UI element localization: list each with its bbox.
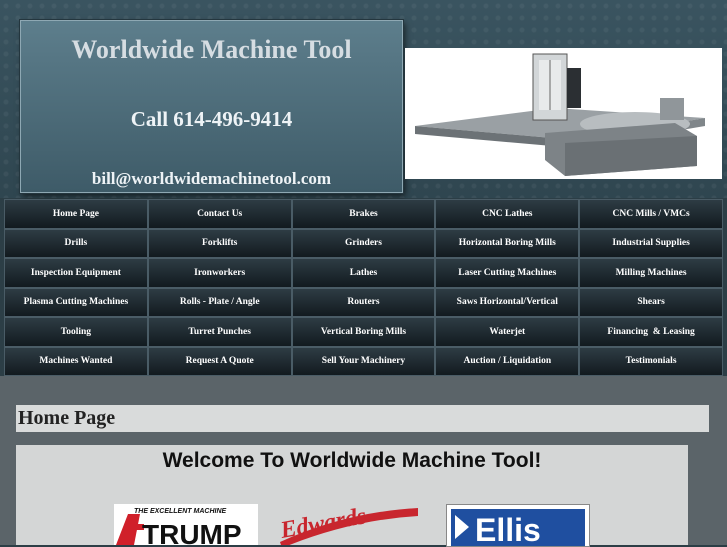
nav-item-industrial-supplies[interactable]: Industrial Supplies [579,228,723,258]
nav-item-forklifts[interactable]: Forklifts [147,228,292,258]
nav-item-auction-liquidation[interactable]: Auction / Liquidation [435,346,580,376]
nav-item-brakes[interactable]: Brakes [291,199,436,229]
nav-item-request-a-quote[interactable]: Request A Quote [147,346,292,376]
page-title: Home Page [16,405,709,432]
nav-item-plasma-cutting-machines[interactable]: Plasma Cutting Machines [4,287,148,317]
nav-item-laser-cutting-machines[interactable]: Laser Cutting Machines [435,258,580,288]
nav-item-sell-your-machinery[interactable]: Sell Your Machinery [291,346,436,376]
nav-item-testimonials[interactable]: Testimonials [579,346,723,376]
company-name: Worldwide Machine Tool [71,35,352,64]
main-nav: Home Page Contact Us Brakes CNC Lathes C… [4,199,723,376]
edwards-logo[interactable]: Edwards [276,502,422,545]
svg-text:Ellis: Ellis [475,512,541,546]
nav-item-financing-leasing[interactable]: Financing & Leasing [579,317,723,347]
nav-item-inspection-equipment[interactable]: Inspection Equipment [4,258,148,288]
nav-item-drills[interactable]: Drills [4,228,148,258]
svg-text:TRUMP: TRUMP [142,519,242,545]
nav-item-turret-punches[interactable]: Turret Punches [147,317,292,347]
svg-text:Edwards: Edwards [278,503,369,544]
nav-item-home-page[interactable]: Home Page [4,199,148,229]
title-box: Worldwide Machine Tool Call 614-496-9414… [20,20,403,193]
trump-logo[interactable]: THE EXCELLENT MACHINE TRUMP [114,504,258,545]
nav-item-grinders[interactable]: Grinders [291,228,436,258]
nav-item-lathes[interactable]: Lathes [291,258,436,288]
email-address[interactable]: bill@worldwidemachinetool.com [21,169,402,189]
nav-item-routers[interactable]: Routers [291,287,436,317]
nav-item-contact-us[interactable]: Contact Us [147,199,292,229]
machine-photo [405,48,722,179]
phone-number: Call 614-496-9414 [130,107,293,131]
nav-item-waterjet[interactable]: Waterjet [435,317,580,347]
nav-item-saws[interactable]: Saws Horizontal/Vertical [435,287,580,317]
nav-item-ironworkers[interactable]: Ironworkers [147,258,292,288]
welcome-heading: Welcome To Worldwide Machine Tool! [162,449,542,472]
nav-item-cnc-mills-vmcs[interactable]: CNC Mills / VMCs [579,199,723,229]
nav-item-shears[interactable]: Shears [579,287,723,317]
svg-text:THE EXCELLENT MACHINE: THE EXCELLENT MACHINE [134,508,227,515]
nav-item-milling-machines[interactable]: Milling Machines [579,258,723,288]
nav-item-rolls-plate-angle[interactable]: Rolls - Plate / Angle [147,287,292,317]
nav-item-tooling[interactable]: Tooling [4,317,148,347]
nav-item-vertical-boring-mills[interactable]: Vertical Boring Mills [291,317,436,347]
nav-item-horizontal-boring-mills[interactable]: Horizontal Boring Mills [435,228,580,258]
nav-item-machines-wanted[interactable]: Machines Wanted [4,346,148,376]
nav-item-cnc-lathes[interactable]: CNC Lathes [435,199,580,229]
ellis-logo[interactable]: Ellis [446,504,590,547]
